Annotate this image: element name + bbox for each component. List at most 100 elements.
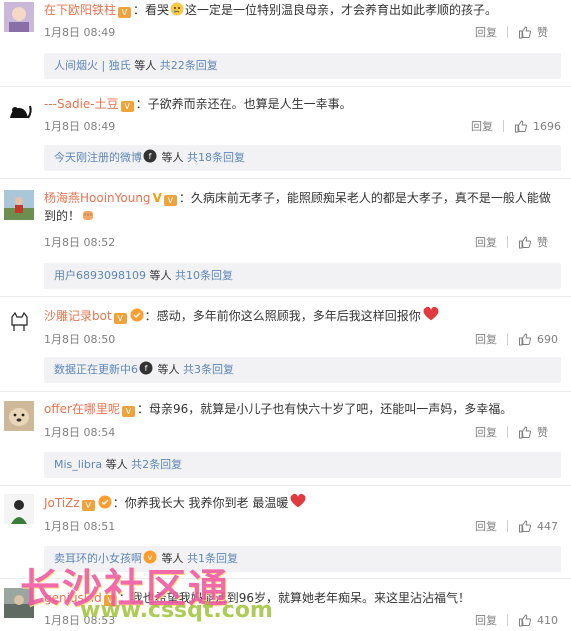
comment-body: 沙雕记录bot V ：感动，多年前你这么照顾我，多年后我这样回报你 [44, 306, 563, 325]
thumbs-up-icon[interactable] [518, 25, 532, 39]
verified-v-icon: V [152, 191, 162, 205]
avatar[interactable] [4, 307, 34, 337]
like-count[interactable]: 1696 [533, 120, 561, 133]
reply-summary[interactable]: 卖耳环的小女孩啊 v 等人 共1条回复 [44, 546, 561, 572]
reply-button[interactable]: 回复 [475, 424, 497, 440]
comment-body: geniuskid V ：我也希望我妈能活到96岁，就算她老年痴呆。来这里沾沾福气！ [44, 589, 563, 607]
divider [0, 178, 571, 179]
reply-summary[interactable]: Mis_libra 等人 共2条回复 [44, 452, 561, 478]
svg-text:v: v [148, 553, 153, 562]
reply-summary[interactable]: 用户6893098109 等人 共10条回复 [44, 263, 561, 289]
comment-prefix: ： [136, 402, 149, 416]
reply-button[interactable]: 回复 [475, 331, 497, 347]
reply-total-link[interactable]: 共2条回复 [131, 458, 182, 471]
thumbs-up-icon[interactable] [518, 519, 532, 533]
user-badge-icon: f [139, 361, 153, 375]
member-badge-icon: V [113, 313, 127, 324]
thumbs-up-icon[interactable] [518, 332, 532, 346]
comment-actions: 回复 赞 [475, 424, 561, 440]
like-count[interactable]: 690 [537, 333, 561, 346]
username-link[interactable]: 沙雕记录bot [44, 309, 112, 323]
reply-total-link[interactable]: 共3条回复 [183, 363, 234, 376]
reply-suffix: 等人 [146, 269, 175, 282]
like-count[interactable]: 410 [537, 614, 561, 627]
thumbs-up-icon[interactable] [518, 613, 532, 627]
reply-summary[interactable]: 数据正在更新中6 f 等人 共3条回复 [44, 357, 561, 383]
member-badge-icon: V [121, 406, 135, 417]
avatar[interactable] [4, 588, 34, 618]
username-link[interactable]: 杨海燕HooinYoung [44, 191, 151, 205]
comment-text: 这一定是一位特别温良母亲，才会养育出如此孝顺的孩子。 [185, 3, 498, 17]
username-link[interactable]: ---Sadie-土豆 [44, 97, 119, 111]
divider [0, 296, 571, 297]
heart-icon [423, 306, 439, 321]
comment-time: 1月8日 08:49 [44, 26, 116, 39]
reply-users-link[interactable]: 数据正在更新中6 [54, 363, 138, 376]
reply-button[interactable]: 回复 [471, 118, 493, 134]
thumbs-up-icon[interactable] [518, 235, 532, 249]
reply-summary[interactable]: 今天刚注册的微博 f 等人 共18条回复 [44, 145, 561, 171]
comment-prefix: ： [144, 309, 157, 323]
comment-actions: 回复 1696 [471, 118, 561, 134]
comment-text: 母亲96，就算是小儿子也有快六十岁了吧，还能叫一声妈，多幸福。 [148, 402, 513, 416]
comment-time: 1月8日 08:49 [44, 120, 116, 133]
reply-summary[interactable]: 人间烟火 | 独氏 等人 共22条回复 [44, 53, 561, 79]
username-link[interactable]: 在下欧阳铁柱 [44, 3, 116, 17]
reply-button[interactable]: 回复 [475, 518, 497, 534]
reply-total-link[interactable]: 共18条回复 [187, 151, 245, 164]
divider [503, 120, 504, 132]
user-badge-icon: f [143, 149, 157, 163]
comment-time: 1月8日 08:52 [44, 236, 116, 249]
avatar[interactable] [4, 2, 34, 32]
comment-actions: 回复 赞 [475, 24, 561, 40]
reply-button[interactable]: 回复 [475, 234, 497, 250]
divider [507, 26, 508, 38]
comment-actions: 回复 410 [475, 612, 561, 628]
comment-text-continued: 到的！ [44, 209, 81, 223]
member-badge-icon: V [118, 7, 132, 18]
reply-button[interactable]: 回复 [475, 24, 497, 40]
username-link[interactable]: offer在哪里呢 [44, 402, 120, 416]
reply-total-link[interactable]: 共22条回复 [160, 59, 218, 72]
svg-text:f: f [145, 364, 148, 373]
comment-time: 1月8日 08:54 [44, 426, 116, 439]
divider [507, 520, 508, 532]
comment-text: 感动，多年前你这么照顾我，多年后我这样回报你 [156, 309, 421, 323]
thumbs-up-icon[interactable] [514, 119, 528, 133]
divider [0, 578, 571, 579]
comment-text: 我也希望我妈能活到96岁，就算她老年痴呆。来这里沾沾福气！ [130, 591, 470, 605]
username-link[interactable]: JoTiZz [44, 496, 80, 510]
reply-users-link[interactable]: Mis_libra [54, 458, 102, 471]
reply-total-link[interactable]: 共10条回复 [175, 269, 233, 282]
comment-prefix: ：看哭 [133, 3, 170, 17]
crying-emoji-icon [170, 2, 184, 16]
comment-body: 杨海燕HooinYoung V V ：久病床前无孝子，能照顾痴呆老人的都是大孝子，真不… [44, 189, 563, 225]
comment-prefix: ： [178, 191, 191, 205]
username-link[interactable]: geniuskid [44, 591, 102, 605]
like-count[interactable]: 赞 [537, 234, 561, 250]
reply-total-link[interactable]: 共1条回复 [187, 552, 238, 565]
reply-users-link[interactable]: 今天刚注册的微博 [54, 151, 142, 164]
like-count[interactable]: 赞 [537, 24, 561, 40]
reply-button[interactable]: 回复 [475, 612, 497, 628]
avatar[interactable] [4, 190, 34, 220]
divider [507, 236, 508, 248]
thumbs-up-icon[interactable] [518, 425, 532, 439]
level-badge-icon [130, 308, 144, 322]
avatar[interactable] [4, 401, 34, 431]
like-count[interactable]: 赞 [537, 424, 561, 440]
avatar[interactable] [4, 494, 34, 524]
reply-users-link[interactable]: 人间烟火 | 独氏 [54, 59, 131, 72]
like-count[interactable]: 447 [537, 520, 561, 533]
reply-suffix: 等人 [154, 363, 183, 376]
heart-icon [290, 493, 306, 508]
fist-emoji-icon [83, 211, 94, 220]
comment-body: ---Sadie-土豆 V ：子欲养而亲还在。也算是人生一幸事。 [44, 95, 563, 113]
reply-users-link[interactable]: 用户6893098109 [54, 269, 146, 282]
level-badge-icon [98, 495, 112, 509]
divider [0, 391, 571, 392]
member-badge-icon: V [120, 101, 134, 112]
reply-users-link[interactable]: 卖耳环的小女孩啊 [54, 552, 142, 565]
comment-body: 在下欧阳铁柱 V ：看哭 这一定是一位特别温良母亲，才会养育出如此孝顺的孩子。 [44, 1, 563, 19]
avatar[interactable] [4, 96, 34, 126]
